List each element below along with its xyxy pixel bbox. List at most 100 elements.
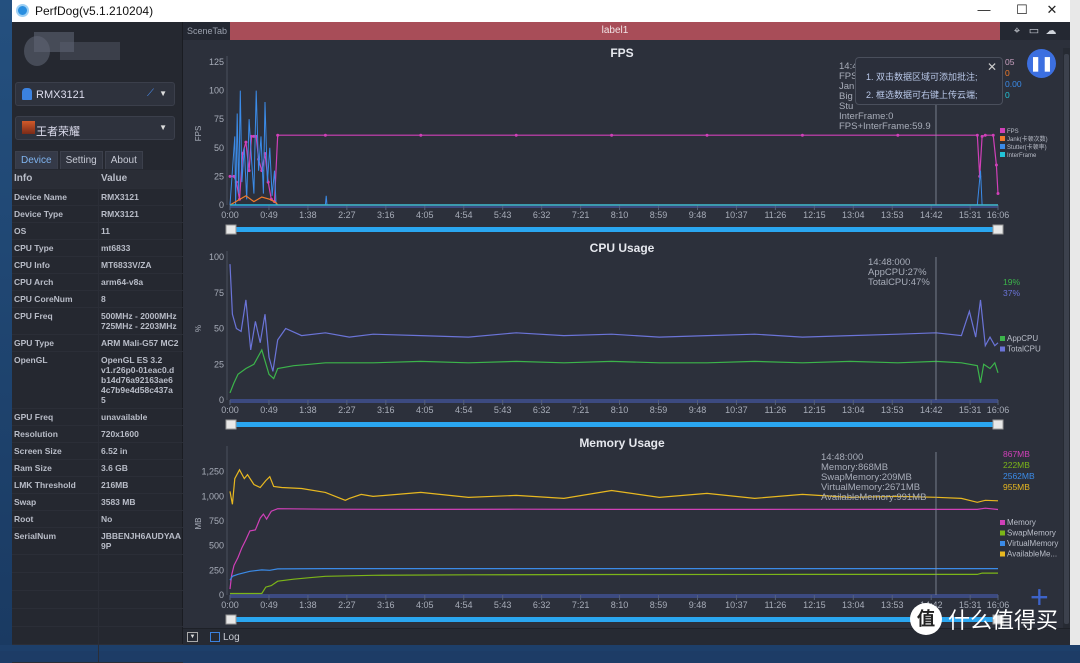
chart-1[interactable]: CPU Usage% 0 25 50 75 100 0:00 0:49 1:38 2:27 3:16… xyxy=(194,241,1041,430)
x-tick-label: 10:37 xyxy=(725,405,748,415)
legend-item[interactable]: InterFrame xyxy=(1007,153,1037,159)
x-tick-label: 15:31 xyxy=(959,210,982,220)
x-tick-label: 8:59 xyxy=(650,210,668,220)
fps-point xyxy=(323,133,327,137)
legend-swatch xyxy=(1000,336,1005,341)
x-tick-label: 14:42 xyxy=(920,210,943,220)
y-tick-label: 100 xyxy=(209,86,224,96)
legend-swatch xyxy=(1000,346,1005,352)
x-tick-label: 0:00 xyxy=(221,210,239,220)
fps-point xyxy=(276,133,280,137)
x-tick-label: 2:27 xyxy=(338,210,356,220)
range-slider-track[interactable] xyxy=(230,617,998,622)
legend-item[interactable]: SwapMemory xyxy=(1007,529,1056,538)
y-tick-label: 750 xyxy=(209,516,224,526)
x-axis-band xyxy=(230,399,998,403)
range-slider-track[interactable] xyxy=(230,227,998,232)
y-tick-label: 1,250 xyxy=(201,467,224,477)
fps-point xyxy=(705,133,709,137)
x-tick-label: 0:49 xyxy=(260,210,278,220)
y-tick-label: 0 xyxy=(219,200,224,210)
range-slider-right-handle[interactable] xyxy=(992,224,1004,235)
x-tick-label: 1:38 xyxy=(299,405,317,415)
legend-swatch xyxy=(1000,152,1005,157)
y-tick-label: 500 xyxy=(209,541,224,551)
x-tick-label: 5:43 xyxy=(494,210,512,220)
x-tick-label: 10:37 xyxy=(725,600,748,610)
x-tick-label: 8:10 xyxy=(611,600,629,610)
x-tick-label: 9:48 xyxy=(689,600,707,610)
range-slider-track[interactable] xyxy=(230,422,998,427)
x-tick-label: 13:53 xyxy=(881,210,904,220)
x-tick-label: 0:49 xyxy=(260,600,278,610)
current-value: 867MB xyxy=(1003,449,1030,459)
x-tick-label: 7:21 xyxy=(572,210,590,220)
x-tick-label: 12:15 xyxy=(803,405,826,415)
chart-2[interactable]: Memory Usage MB 0 250 500 750 1,000 1,250 0:00 0:… xyxy=(194,436,1058,625)
range-slider-left-handle[interactable] xyxy=(225,614,237,625)
y-tick-label: 75 xyxy=(214,288,224,298)
x-tick-label: 8:10 xyxy=(611,405,629,415)
x-tick-label: 0:49 xyxy=(260,405,278,415)
x-tick-label: 3:16 xyxy=(377,405,395,415)
x-tick-label: 3:16 xyxy=(377,210,395,220)
hint-popup: 1. 双击数据区域可添加批注; 2. 框选数据可右键上传云端; ✕ xyxy=(855,57,1003,105)
fps-point xyxy=(419,133,423,137)
current-value: 0 xyxy=(1005,90,1010,100)
current-value: 2562MB xyxy=(1003,471,1035,481)
fps-point xyxy=(994,163,998,167)
close-icon[interactable]: ✕ xyxy=(987,60,997,74)
current-value: 222MB xyxy=(1003,460,1030,470)
current-value: 0.00 xyxy=(1005,79,1022,89)
fps-point xyxy=(800,133,804,137)
fps-point xyxy=(514,133,518,137)
x-tick-label: 5:43 xyxy=(494,405,512,415)
y-tick-label: 1,000 xyxy=(201,491,224,501)
fps-point xyxy=(896,133,900,137)
hint-line-2: 2. 框选数据可右键上传云端; xyxy=(866,90,978,100)
legend-item[interactable]: VirtualMemory xyxy=(1007,539,1058,548)
x-tick-label: 8:59 xyxy=(650,405,668,415)
scrollbar-thumb[interactable] xyxy=(1064,54,1069,624)
x-tick-label: 10:37 xyxy=(725,210,748,220)
x-tick-label: 7:21 xyxy=(572,600,590,610)
series-line-swapmemory xyxy=(230,572,998,595)
x-tick-label: 0:00 xyxy=(221,600,239,610)
legend-swatch xyxy=(1000,541,1005,546)
y-tick-label: 25 xyxy=(214,359,224,369)
y-tick-label: 0 xyxy=(219,590,224,600)
x-tick-label: 16:06 xyxy=(987,210,1010,220)
x-tick-label: 13:53 xyxy=(881,600,904,610)
x-tick-label: 8:10 xyxy=(611,210,629,220)
x-tick-label: 16:06 xyxy=(987,405,1010,415)
legend-item[interactable]: AvailableMe... xyxy=(1007,550,1057,559)
x-tick-label: 4:05 xyxy=(416,600,434,610)
legend-item[interactable]: AppCPU xyxy=(1007,334,1038,343)
x-tick-label: 1:38 xyxy=(299,210,317,220)
series-line-jank xyxy=(229,195,998,206)
x-tick-label: 13:04 xyxy=(842,210,865,220)
vertical-scrollbar[interactable] xyxy=(1063,48,1070,628)
y-tick-label: 250 xyxy=(209,565,224,575)
legend-item[interactable]: Jank(卡顿次数) xyxy=(1007,135,1048,143)
legend-item[interactable]: FPS xyxy=(1007,129,1019,135)
x-tick-label: 0:00 xyxy=(221,405,239,415)
range-slider-right-handle[interactable] xyxy=(992,419,1004,430)
y-axis-label: % xyxy=(194,325,203,332)
legend-item[interactable]: Stutter(卡顿率) xyxy=(1007,143,1047,151)
x-tick-label: 2:27 xyxy=(338,600,356,610)
fps-point xyxy=(991,133,995,137)
range-slider-left-handle[interactable] xyxy=(225,419,237,430)
series-line-fps xyxy=(230,134,999,203)
y-tick-label: 100 xyxy=(209,252,224,262)
current-value: 19% xyxy=(1003,277,1020,287)
x-tick-label: 4:54 xyxy=(455,600,473,610)
pause-button[interactable]: ❚❚ xyxy=(1027,49,1056,78)
x-tick-label: 6:32 xyxy=(533,210,551,220)
legend-item[interactable]: TotalCPU xyxy=(1007,345,1041,354)
legend-swatch xyxy=(1000,520,1005,525)
range-slider-left-handle[interactable] xyxy=(225,224,237,235)
legend-item[interactable]: Memory xyxy=(1007,518,1036,527)
current-value: 955MB xyxy=(1003,482,1030,492)
fps-point xyxy=(228,174,232,178)
